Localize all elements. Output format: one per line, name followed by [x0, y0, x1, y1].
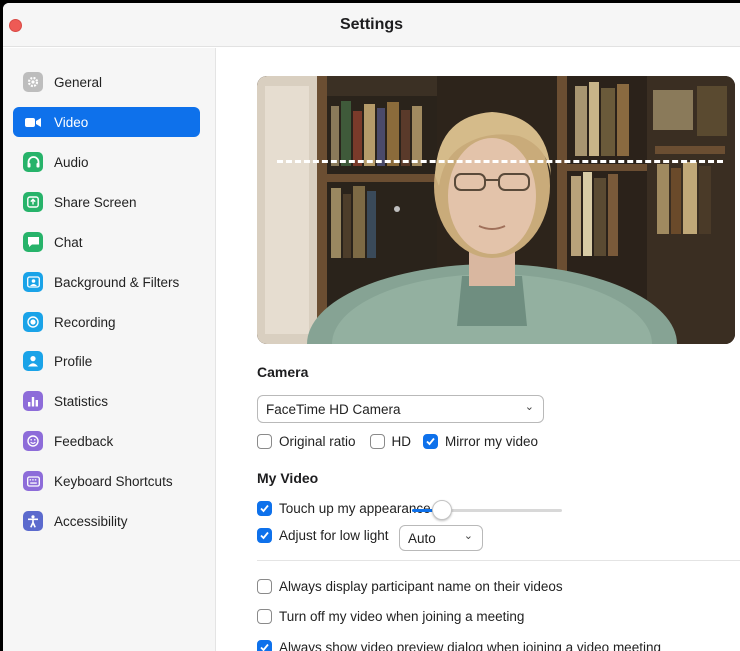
sidebar-item-profile[interactable]: Profile — [13, 346, 200, 376]
sidebar-item-label: Audio — [54, 154, 89, 170]
camera-select-value: FaceTime HD Camera — [266, 401, 401, 417]
touch-up-label: Touch up my appearance — [279, 501, 431, 516]
touch-up-option[interactable]: Touch up my appearance — [257, 501, 431, 516]
video-settings-panel: Camera FaceTime HD Camera ⌄ Original rat… — [217, 48, 740, 651]
gear-icon — [23, 72, 43, 92]
video-option-checkbox[interactable] — [257, 579, 272, 594]
camera-options-row: Original ratio HD Mirror my video — [257, 434, 538, 449]
sidebar-item-label: Feedback — [54, 433, 114, 449]
camera-heading: Camera — [257, 364, 309, 380]
video-option-checkbox[interactable] — [257, 640, 272, 651]
window-title: Settings — [339, 16, 404, 33]
video-option-row[interactable]: Always show video preview dialog when jo… — [257, 640, 661, 651]
touch-up-slider[interactable] — [412, 500, 562, 520]
sidebar-item-statistics[interactable]: Statistics — [13, 386, 200, 416]
smiley-icon — [23, 431, 43, 451]
sidebar-item-label: Keyboard Shortcuts — [54, 473, 173, 489]
original-ratio-label: Original ratio — [279, 434, 356, 449]
bar-chart-icon — [23, 391, 43, 411]
sidebar-item-label: Share Screen — [54, 194, 137, 210]
sidebar-item-label: Chat — [54, 234, 83, 250]
sidebar-item-general[interactable]: General — [13, 67, 200, 97]
hd-option[interactable]: HD — [369, 434, 412, 449]
low-light-mode-value: Auto — [408, 530, 436, 546]
sidebar-item-label: Background & Filters — [54, 274, 180, 290]
accessibility-icon — [23, 511, 43, 531]
mirror-my-video-option[interactable]: Mirror my video — [423, 434, 538, 449]
camera-preview-image — [257, 76, 735, 344]
settings-window: Settings General Video Audio Share Screen Ch… — [3, 3, 740, 651]
original-ratio-checkbox[interactable] — [257, 434, 272, 449]
chat-bubble-icon — [23, 232, 43, 252]
chevron-down-icon: ⌄ — [463, 530, 473, 542]
low-light-mode-select[interactable]: Auto ⌄ — [399, 525, 483, 551]
sidebar-item-share-screen[interactable]: Share Screen — [13, 187, 200, 217]
sidebar-item-audio[interactable]: Audio — [13, 147, 200, 177]
sidebar-item-label: Profile — [54, 353, 93, 369]
my-video-heading: My Video — [257, 470, 319, 486]
sidebar-item-video[interactable]: Video — [13, 107, 200, 137]
touch-up-checkbox[interactable] — [257, 501, 272, 516]
hd-label: HD — [391, 434, 412, 449]
face-position-guide-line — [277, 160, 723, 163]
headphones-icon — [23, 152, 43, 172]
sidebar-item-keyboard-shortcuts[interactable]: Keyboard Shortcuts — [13, 466, 200, 496]
share-screen-icon — [23, 192, 43, 212]
background-person-icon — [23, 272, 43, 292]
section-divider — [257, 560, 740, 561]
video-option-label: Always display participant name on their… — [279, 579, 563, 594]
video-preview — [257, 76, 735, 344]
hd-checkbox[interactable] — [369, 434, 385, 449]
slider-knob[interactable] — [432, 500, 452, 520]
mirror-my-video-checkbox[interactable] — [423, 434, 439, 449]
chevron-down-icon: ⌄ — [524, 401, 534, 413]
video-camera-icon — [23, 112, 43, 132]
original-ratio-option[interactable]: Original ratio — [257, 434, 356, 449]
low-light-label: Adjust for low light — [279, 528, 389, 543]
video-option-label: Turn off my video when joining a meeting — [279, 609, 525, 624]
sidebar-item-feedback[interactable]: Feedback — [13, 426, 200, 456]
title-bar: Settings — [3, 3, 740, 47]
low-light-option[interactable]: Adjust for low light — [257, 528, 389, 543]
camera-select[interactable]: FaceTime HD Camera ⌄ — [257, 395, 544, 423]
video-option-row[interactable]: Turn off my video when joining a meeting — [257, 609, 524, 624]
sidebar-item-label: Statistics — [54, 393, 109, 409]
keyboard-icon — [23, 471, 43, 491]
sidebar-item-label: Video — [54, 114, 89, 130]
record-icon — [23, 312, 43, 332]
sidebar-item-label: General — [54, 74, 103, 90]
mirror-my-video-label: Mirror my video — [445, 434, 539, 449]
sidebar-item-label: Recording — [54, 314, 116, 330]
sidebar-item-accessibility[interactable]: Accessibility — [13, 506, 200, 536]
video-option-checkbox[interactable] — [257, 609, 272, 624]
sidebar-item-background-and-filters[interactable]: Background & Filters — [13, 267, 200, 297]
video-option-label: Always show video preview dialog when jo… — [279, 640, 661, 651]
sidebar-item-label: Accessibility — [54, 513, 128, 529]
low-light-checkbox[interactable] — [257, 528, 272, 543]
sidebar-item-chat[interactable]: Chat — [13, 227, 200, 257]
sidebar-item-recording[interactable]: Recording — [13, 307, 200, 337]
video-option-row[interactable]: Always display participant name on their… — [257, 579, 563, 594]
sidebar: General Video Audio Share Screen Chat Backgro… — [3, 48, 216, 651]
person-icon — [23, 351, 43, 371]
